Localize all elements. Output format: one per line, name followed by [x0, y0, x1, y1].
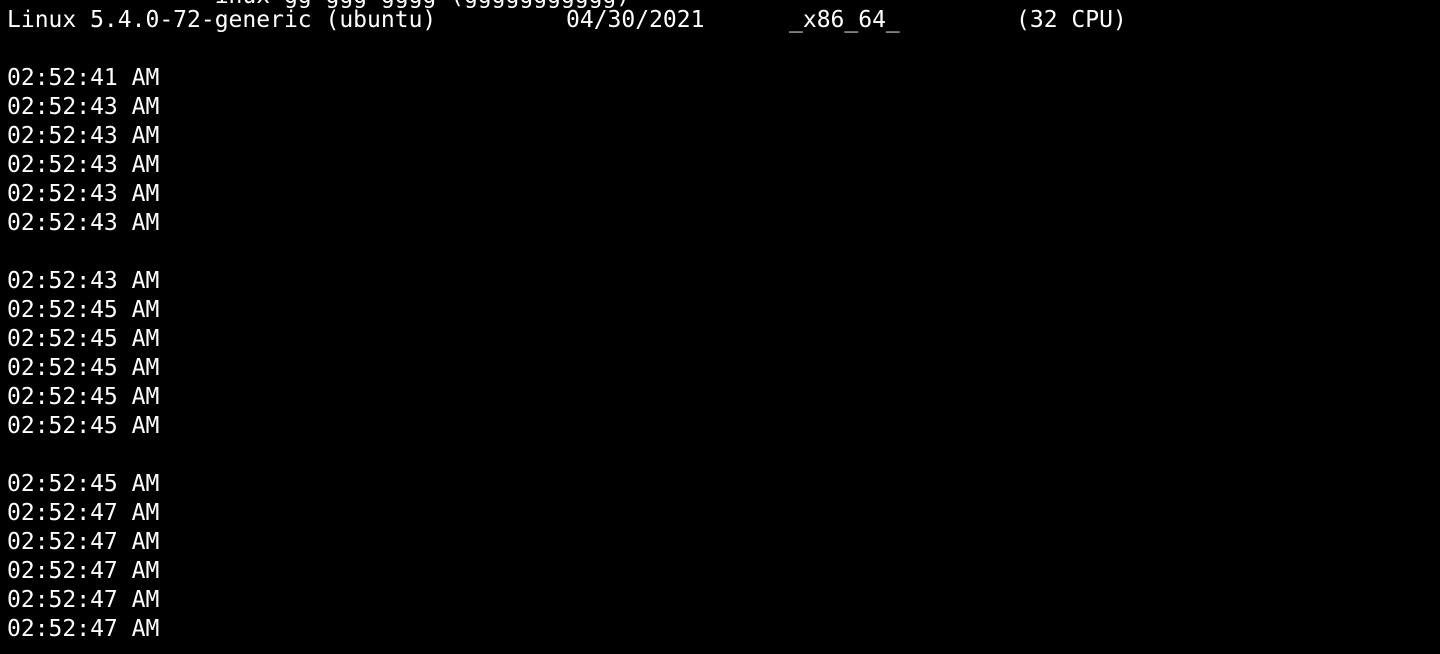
- row-time: 02:52:45 AM: [7, 297, 160, 323]
- row-time: 02:52:43 AM: [7, 210, 160, 236]
- architecture: _x86_64_: [789, 7, 900, 33]
- header-time: 02:52:45 AM: [7, 471, 160, 497]
- row-time: 02:52:45 AM: [7, 413, 160, 439]
- row-time: 02:52:47 AM: [7, 587, 160, 613]
- header-time: 02:52:41 AM: [7, 65, 160, 91]
- kernel-info: Linux 5.4.0-72-generic (ubuntu): [7, 7, 437, 33]
- cpu-count: (32 CPU): [1016, 7, 1127, 33]
- row-time: 02:52:47 AM: [7, 616, 160, 642]
- row-time: 02:52:45 AM: [7, 355, 160, 381]
- row-time: 02:52:43 AM: [7, 94, 160, 120]
- row-time: 02:52:43 AM: [7, 152, 160, 178]
- terminal-window[interactable]: inux-gg-ggg-gggg (ggggggggggg) Linux 5.4…: [0, 0, 1440, 654]
- header-time: 02:52:43 AM: [7, 268, 160, 294]
- report-date: 04/30/2021: [566, 7, 705, 33]
- row-time: 02:52:47 AM: [7, 500, 160, 526]
- row-time: 02:52:43 AM: [7, 181, 160, 207]
- system-info-line: Linux 5.4.0-72-generic (ubuntu) 04/30/20…: [7, 6, 1127, 35]
- row-time: 02:52:43 AM: [7, 123, 160, 149]
- row-time: 02:52:45 AM: [7, 384, 160, 410]
- row-time: 02:52:47 AM: [7, 558, 160, 584]
- row-time: 02:52:45 AM: [7, 326, 160, 352]
- row-time: 02:52:47 AM: [7, 529, 160, 555]
